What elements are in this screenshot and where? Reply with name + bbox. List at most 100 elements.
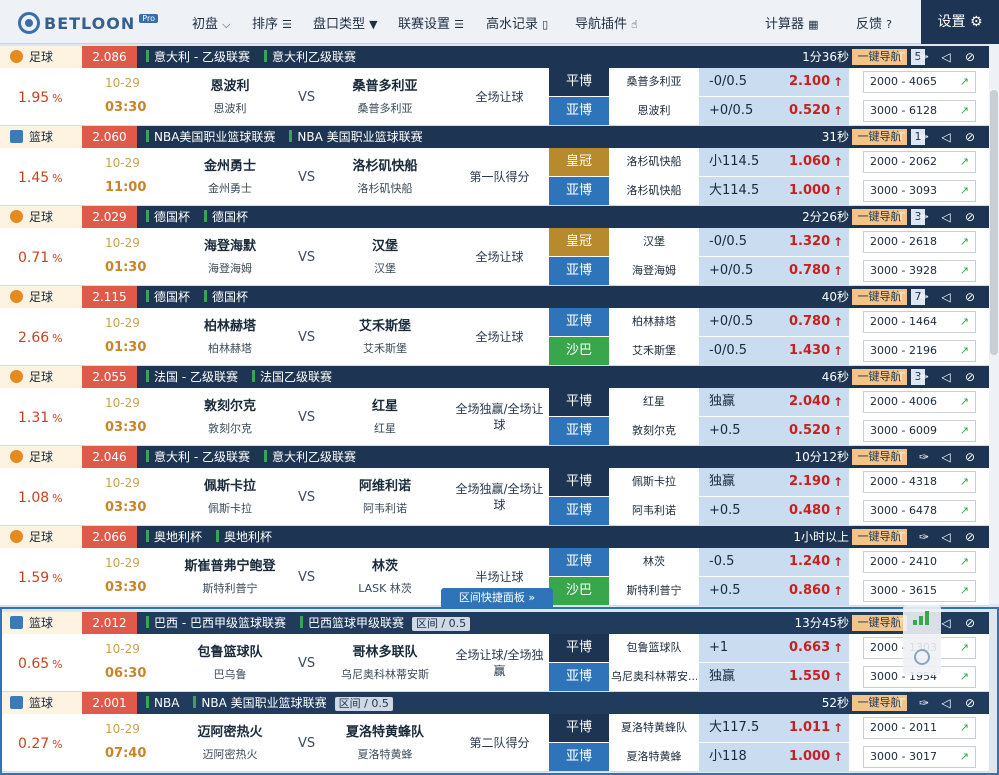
odds-cell[interactable]: +0.5 0.860 ↑ xyxy=(699,577,849,605)
stake-range[interactable]: 2000 - 2618 ↗ xyxy=(863,231,976,253)
block-icon[interactable]: ⊘ xyxy=(962,126,978,148)
nav-item-3[interactable]: 联赛设置 ☰ xyxy=(398,13,464,32)
away-team[interactable]: 阿维利诺 xyxy=(330,475,440,494)
bookmaker-button[interactable]: 亚博 xyxy=(549,417,609,445)
home-team[interactable]: 佩斯卡拉 xyxy=(175,475,285,494)
bookmaker-button[interactable]: 皇冠 xyxy=(549,228,609,256)
odds-cell[interactable]: +0/0.5 0.780 ↑ xyxy=(699,257,849,285)
away-team[interactable]: 林茨 xyxy=(330,555,440,574)
nav-item-0[interactable]: 初盘 ⌵ xyxy=(192,13,231,32)
mute-icon[interactable]: ◁ xyxy=(938,446,954,468)
interval-quick-panel-button[interactable]: 区间快捷面板 » xyxy=(441,588,553,608)
stake-range[interactable]: 3000 - 3615 ↗ xyxy=(863,580,976,602)
bookmaker-button[interactable]: 亚博 xyxy=(549,308,609,336)
odds-cell[interactable]: 小114.5 1.060 ↑ xyxy=(699,148,849,176)
mute-icon[interactable]: ◁ xyxy=(938,46,954,68)
away-team[interactable]: 艾禾斯堡 xyxy=(330,315,440,334)
pin-top-icon[interactable]: ⊤ xyxy=(893,126,909,148)
stake-range[interactable]: 2000 - 2410 ↗ xyxy=(863,551,976,573)
pushpin-icon[interactable]: ✑ xyxy=(916,126,932,148)
pin-top-icon[interactable]: ⊤ xyxy=(893,206,909,228)
pushpin-icon[interactable]: ✑ xyxy=(916,206,932,228)
pushpin-icon[interactable]: ✑ xyxy=(916,446,932,468)
bookmaker-button[interactable]: 平博 xyxy=(549,68,609,96)
pushpin-icon[interactable]: ✑ xyxy=(916,286,932,308)
bookmaker-button[interactable]: 亚博 xyxy=(549,548,609,576)
block-icon[interactable]: ⊘ xyxy=(962,446,978,468)
block-icon[interactable]: ⊘ xyxy=(962,366,978,388)
bookmaker-button[interactable]: 亚博 xyxy=(549,257,609,285)
home-team[interactable]: 斯崔普弗宁鲍登 xyxy=(175,555,285,574)
stake-range[interactable]: 3000 - 3928 ↗ xyxy=(863,260,976,282)
home-team[interactable]: 海登海默 xyxy=(175,235,285,254)
stake-range[interactable]: 2000 - 1464 ↗ xyxy=(863,311,976,333)
odds-cell[interactable]: 大114.5 1.000 ↑ xyxy=(699,177,849,205)
bookmaker-button[interactable]: 亚博 xyxy=(549,97,609,125)
stake-range[interactable]: 3000 - 6128 ↗ xyxy=(863,100,976,122)
bookmaker-button[interactable]: 亚博 xyxy=(549,177,609,205)
stake-range[interactable]: 3000 - 6009 ↗ xyxy=(863,420,976,442)
stake-range[interactable]: 2000 - 2062 ↗ xyxy=(863,151,976,173)
odds-cell[interactable]: 独赢 2.190 ↑ xyxy=(699,468,849,496)
pin-top-icon[interactable]: ⊤ xyxy=(893,366,909,388)
away-team[interactable]: 洛杉矶快船 xyxy=(330,155,440,174)
sport-tag[interactable]: 足球 xyxy=(0,446,82,468)
scrollbar-thumb[interactable] xyxy=(990,90,998,355)
nav-item-4[interactable]: 高水记录 ▯ xyxy=(486,13,548,32)
odds-cell[interactable]: 独赢 2.040 ↑ xyxy=(699,388,849,416)
home-team[interactable]: 恩波利 xyxy=(175,75,285,94)
pin-top-icon[interactable]: ⊤ xyxy=(893,446,909,468)
sport-tag[interactable]: 足球 xyxy=(0,286,82,308)
pushpin-icon[interactable]: ✑ xyxy=(916,526,932,548)
scrollbar-track[interactable] xyxy=(989,44,999,604)
mute-icon[interactable]: ◁ xyxy=(938,286,954,308)
bookmaker-button[interactable]: 平博 xyxy=(549,388,609,416)
odds-cell[interactable]: +0/0.5 0.520 ↑ xyxy=(699,97,849,125)
block-icon[interactable]: ⊘ xyxy=(962,526,978,548)
stake-range[interactable]: 3000 - 6478 ↗ xyxy=(863,500,976,522)
mute-icon[interactable]: ◁ xyxy=(938,366,954,388)
away-team[interactable]: 桑普多利亚 xyxy=(330,75,440,94)
sport-tag[interactable]: 篮球 xyxy=(0,126,82,148)
block-icon[interactable]: ⊘ xyxy=(962,206,978,228)
settings-button[interactable]: 设置 ⚙ xyxy=(921,0,999,44)
bookmaker-button[interactable]: 平博 xyxy=(549,468,609,496)
odds-cell[interactable]: +0/0.5 0.780 ↑ xyxy=(699,308,849,336)
pause-circle-icon[interactable] xyxy=(914,649,930,665)
odds-cell[interactable]: -0/0.5 2.100 ↑ xyxy=(699,68,849,96)
nav-item-5[interactable]: 导航插件 ☝ xyxy=(575,13,638,32)
floating-widget[interactable] xyxy=(903,605,941,675)
home-team[interactable]: 敦刻尔克 xyxy=(175,395,285,414)
odds-cell[interactable]: -0/0.5 1.430 ↑ xyxy=(699,337,849,365)
block-icon[interactable]: ⊘ xyxy=(962,46,978,68)
stake-range[interactable]: 2000 - 4065 ↗ xyxy=(863,71,976,93)
mute-icon[interactable]: ◁ xyxy=(938,206,954,228)
stake-range[interactable]: 2000 - 4006 ↗ xyxy=(863,391,976,413)
pushpin-icon[interactable]: ✑ xyxy=(916,366,932,388)
stake-range[interactable]: 2000 - 4318 ↗ xyxy=(863,471,976,493)
nav-item-2[interactable]: 盘口类型 ▼ xyxy=(313,13,378,32)
home-team[interactable]: 柏林赫塔 xyxy=(175,315,285,334)
block-icon[interactable]: ⊘ xyxy=(962,286,978,308)
nav-item-6[interactable]: 计算器 ▦ xyxy=(765,13,819,32)
sport-tag[interactable]: 足球 xyxy=(0,366,82,388)
nav-item-1[interactable]: 排序 ☰ xyxy=(252,13,292,32)
pin-top-icon[interactable]: ⊤ xyxy=(893,46,909,68)
brand-logo[interactable]: BETLOON Pro xyxy=(18,12,158,34)
home-team[interactable]: 金州勇士 xyxy=(175,155,285,174)
stake-range[interactable]: 3000 - 3093 ↗ xyxy=(863,180,976,202)
bookmaker-button[interactable]: 亚博 xyxy=(549,497,609,525)
bookmaker-button[interactable]: 沙巴 xyxy=(549,577,609,605)
pin-top-icon[interactable]: ⊤ xyxy=(893,526,909,548)
away-team[interactable]: 红星 xyxy=(330,395,440,414)
pin-top-icon[interactable]: ⊤ xyxy=(893,286,909,308)
bookmaker-button[interactable]: 沙巴 xyxy=(549,337,609,365)
away-team[interactable]: 汉堡 xyxy=(330,235,440,254)
odds-cell[interactable]: -0.5 1.240 ↑ xyxy=(699,548,849,576)
bookmaker-button[interactable]: 皇冠 xyxy=(549,148,609,176)
sport-tag[interactable]: 足球 xyxy=(0,46,82,68)
stake-range[interactable]: 3000 - 2196 ↗ xyxy=(863,340,976,362)
mute-icon[interactable]: ◁ xyxy=(938,526,954,548)
mute-icon[interactable]: ◁ xyxy=(938,126,954,148)
pushpin-icon[interactable]: ✑ xyxy=(916,46,932,68)
